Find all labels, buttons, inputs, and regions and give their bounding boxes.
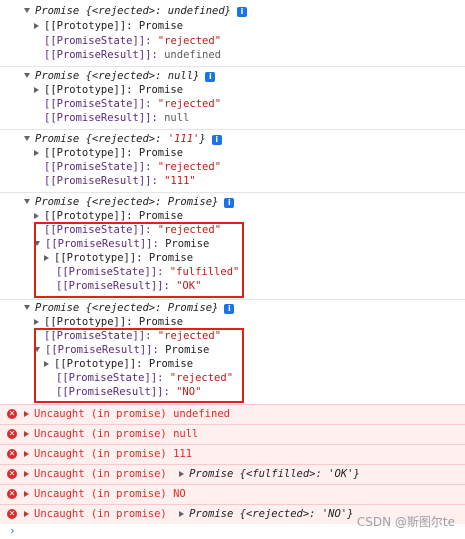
- error-row[interactable]: ✕ Uncaught (in promise) undefined: [0, 404, 465, 424]
- log-header[interactable]: Promise {<rejected>: '111'} i: [24, 132, 222, 146]
- collapsed-arrow-icon[interactable]: [24, 411, 29, 417]
- log-header[interactable]: Promise {<rejected>: Promise} i: [24, 195, 235, 209]
- error-icon: ✕: [7, 449, 17, 459]
- error-icon: ✕: [7, 489, 17, 499]
- log-header[interactable]: Promise {<rejected>: Promise} i: [24, 301, 235, 315]
- info-icon[interactable]: i: [211, 135, 222, 145]
- log-header[interactable]: Promise {<rejected>: undefined} i: [24, 4, 247, 18]
- collapsed-arrow-icon[interactable]: [24, 431, 29, 437]
- expand-arrow-icon[interactable]: [24, 199, 30, 204]
- console-log-2: Promise {<rejected>: null} i [[Prototype]…: [0, 66, 465, 130]
- prototype-row[interactable]: [[Prototype]]: Promise: [34, 83, 183, 97]
- collapsed-arrow-icon[interactable]: [34, 319, 39, 325]
- expand-arrow-icon[interactable]: [24, 305, 30, 310]
- console-log-5: Promise {<rejected>: Promise} i [[Prototy…: [0, 299, 465, 405]
- prototype-row[interactable]: [[Prototype]]: Promise: [34, 146, 183, 160]
- collapsed-arrow-icon[interactable]: [34, 150, 39, 156]
- info-icon[interactable]: i: [224, 304, 235, 314]
- error-row[interactable]: ✕ Uncaught (in promise) Promise {<fulfil…: [0, 464, 465, 484]
- log-header[interactable]: Promise {<rejected>: null} i: [24, 69, 216, 83]
- promise-result-row: [[PromiseResult]]: undefined: [44, 49, 222, 61]
- console-log-3: Promise {<rejected>: '111'} i [[Prototype…: [0, 129, 465, 193]
- error-row[interactable]: ✕ Uncaught (in promise) 111: [0, 444, 465, 464]
- expand-arrow-icon[interactable]: [24, 136, 30, 141]
- collapsed-arrow-icon[interactable]: [34, 23, 39, 29]
- expand-arrow-icon[interactable]: [24, 73, 30, 78]
- console-log-1: Promise {<rejected>: undefined} i [[Proto…: [0, 0, 465, 67]
- error-row[interactable]: ✕ Uncaught (in promise) NO: [0, 484, 465, 504]
- prototype-row[interactable]: [[Prototype]]: Promise: [34, 209, 183, 223]
- collapsed-arrow-icon[interactable]: [34, 213, 39, 219]
- promise-state-row: [[PromiseState]]: "rejected": [44, 161, 222, 173]
- collapsed-arrow-icon[interactable]: [179, 511, 185, 517]
- collapsed-arrow-icon[interactable]: [34, 87, 39, 93]
- error-icon: ✕: [7, 469, 17, 479]
- info-icon[interactable]: i: [224, 198, 235, 208]
- promise-result-row: [[PromiseResult]]: null: [44, 112, 190, 124]
- collapsed-arrow-icon[interactable]: [179, 471, 185, 477]
- promise-state-row: [[PromiseState]]: "rejected": [44, 98, 222, 110]
- collapsed-arrow-icon[interactable]: [24, 511, 29, 517]
- promise-object-preview[interactable]: Promise {<rejected>: 'NO'}: [189, 508, 353, 520]
- watermark: CSDN @斯图尔te: [356, 515, 455, 529]
- collapsed-arrow-icon[interactable]: [24, 451, 29, 457]
- console-log-4: Promise {<rejected>: Promise} i [[Prototy…: [0, 192, 465, 300]
- info-icon[interactable]: i: [237, 7, 247, 17]
- promise-result-row: [[PromiseResult]]: "111": [44, 175, 196, 187]
- error-icon: ✕: [7, 409, 17, 419]
- expand-arrow-icon[interactable]: [24, 8, 30, 13]
- collapsed-arrow-icon[interactable]: [24, 491, 29, 497]
- error-row[interactable]: ✕ Uncaught (in promise) null: [0, 424, 465, 444]
- prototype-row[interactable]: [[Prototype]]: Promise: [34, 19, 183, 33]
- promise-object-preview[interactable]: Promise {<fulfilled>: 'OK'}: [189, 468, 360, 480]
- info-icon[interactable]: i: [205, 72, 216, 82]
- highlight-box: [34, 222, 244, 298]
- error-icon: ✕: [7, 429, 17, 439]
- promise-state-row: [[PromiseState]]: "rejected": [44, 35, 222, 47]
- error-icon: ✕: [7, 509, 17, 519]
- prompt-chevron-icon[interactable]: ›: [9, 524, 16, 537]
- prototype-row[interactable]: [[Prototype]]: Promise: [34, 315, 183, 329]
- highlight-box: [34, 328, 244, 403]
- collapsed-arrow-icon[interactable]: [24, 471, 29, 477]
